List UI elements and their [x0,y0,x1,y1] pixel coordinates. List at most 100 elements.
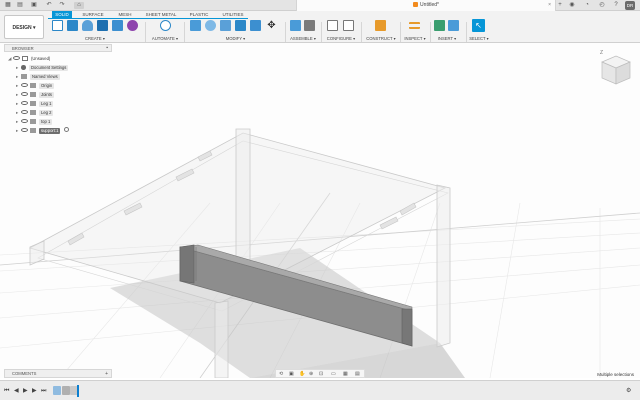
visibility-eye-icon[interactable] [21,119,28,123]
expand-icon[interactable]: ▸ [16,127,21,135]
collapse-icon[interactable]: ◢ [8,55,13,63]
extensions-icon[interactable]: ◉ [568,2,576,9]
redo-icon[interactable]: ↷ [58,2,66,9]
expand-icon[interactable]: ▸ [16,82,21,90]
create-menu[interactable]: CREATE ▾ [50,36,140,41]
modify-menu[interactable]: MODIFY ▾ [188,36,283,41]
tree-item-top-1[interactable]: ▸ top 1 [16,118,53,126]
configure-rules-icon[interactable] [343,20,354,31]
insert-image-icon[interactable] [448,20,459,31]
workspace-switcher-button[interactable]: DESIGN ▾ [4,15,44,39]
measure-icon[interactable] [409,22,420,29]
visibility-eye-icon[interactable] [21,83,28,87]
expand-icon[interactable]: ▸ [16,118,21,126]
pan-icon[interactable]: ✋ [299,370,305,378]
jobs-icon[interactable]: ◔ [583,2,591,9]
configure-menu[interactable]: CONFIGURE ▾ [324,36,358,41]
home-icon[interactable]: ⌂ [74,2,84,9]
zoom-icon[interactable]: ⊕ [309,370,313,378]
automate-menu[interactable]: AUTOMATE ▾ [150,36,180,41]
timeline-feature[interactable] [53,386,61,395]
create-sketch-icon[interactable] [52,20,63,31]
shell-icon[interactable] [235,20,246,31]
fillet-icon[interactable] [205,20,216,31]
tab-surface[interactable]: SURFACE [80,11,106,18]
timeline-forward-icon[interactable]: ▶ [32,387,37,395]
undo-icon[interactable]: ↶ [45,2,53,9]
visibility-eye-icon[interactable] [21,128,28,132]
revolve-icon[interactable] [82,20,93,31]
timeline-back-icon[interactable]: ◀ [14,387,19,395]
viewports-icon[interactable]: ▤ [355,370,360,378]
chamfer-icon[interactable] [220,20,231,31]
tree-item-support-1[interactable]: ▸ support:1 [16,127,69,135]
browser-header[interactable]: BROWSER ▪ [4,44,112,52]
construct-menu[interactable]: CONSTRUCT ▾ [364,36,398,41]
display-settings-icon[interactable]: ▭ [331,370,336,378]
avatar[interactable]: DR [625,1,635,10]
expand-icon[interactable]: ▸ [16,91,21,99]
timeline-marker[interactable] [77,385,79,397]
inspect-menu[interactable]: INSPECT ▾ [403,36,427,41]
tree-item-root[interactable]: ◢ (Unsaved) [8,55,50,63]
insert-derive-icon[interactable] [434,20,445,31]
tree-item-named-views[interactable]: ▸ Named Views [16,73,60,81]
tab-solid[interactable]: SOLID [52,11,72,18]
app-grid-icon[interactable]: ▦ [4,2,12,9]
grid-settings-icon[interactable]: ▦ [343,370,348,378]
expand-icon[interactable]: ▸ [16,100,21,108]
select-menu[interactable]: SELECT ▾ [468,36,490,41]
select-cursor-icon[interactable]: ↖ [472,19,485,32]
close-tab-icon[interactable]: × [548,0,551,11]
visibility-eye-icon[interactable] [21,110,28,114]
tree-item-origin[interactable]: ▸ Origin [16,82,55,90]
insert-menu[interactable]: INSERT ▾ [432,36,462,41]
box-icon[interactable] [112,20,123,31]
configure-table-icon[interactable] [327,20,338,31]
orbit-icon[interactable]: ⟲ [279,370,283,378]
tab-sheet-metal[interactable]: SHEET METAL [144,11,178,18]
tree-item-joints[interactable]: ▸ Joints [16,91,54,99]
tree-item-leg-2[interactable]: ▸ Leg 2 [16,109,54,117]
tab-plastic[interactable]: PLASTIC [188,11,210,18]
extrude-icon[interactable] [67,20,78,31]
tree-item-label: support:1 [39,128,61,134]
add-comment-icon[interactable]: + [105,370,108,378]
joint-icon[interactable] [304,20,315,31]
help-icon[interactable]: ? [612,2,620,9]
automate-icon[interactable] [160,20,171,31]
expand-icon[interactable]: ▸ [16,109,21,117]
form-icon[interactable] [127,20,138,31]
document-tab[interactable]: Untitled* × [296,0,556,11]
combine-icon[interactable] [250,20,261,31]
tree-item-leg-1[interactable]: ▸ Leg 1 [16,100,54,108]
press-pull-icon[interactable] [190,20,201,31]
new-tab-icon[interactable]: + [556,2,564,9]
fit-icon[interactable]: ⊡ [319,370,323,378]
tree-item-document-settings[interactable]: ▸ Document Settings [16,64,69,72]
timeline-settings-icon[interactable]: ⚙ [626,387,631,395]
notifications-icon[interactable]: ◴ [598,2,606,9]
timeline-play-icon[interactable]: ▶ [23,387,28,395]
timeline-start-icon[interactable]: ⏮ [4,387,9,395]
comments-label: COMMENTS [12,371,37,376]
timeline-feature[interactable] [62,386,70,395]
assemble-menu[interactable]: ASSEMBLE ▾ [288,36,318,41]
visibility-eye-icon[interactable] [21,92,28,96]
tab-mesh[interactable]: MESH [116,11,134,18]
visibility-eye-icon[interactable] [13,56,20,60]
visibility-eye-icon[interactable] [21,101,28,105]
file-menu-icon[interactable]: ▤ [16,2,24,9]
look-at-icon[interactable]: ▣ [289,370,294,378]
move-icon[interactable]: ✥ [266,20,277,31]
hole-icon[interactable] [97,20,108,31]
view-cube[interactable]: Z [598,50,634,88]
browser-pin-icon[interactable]: ▪ [106,45,108,52]
timeline-end-icon[interactable]: ⏭ [41,387,46,395]
tab-utilities[interactable]: UTILITIES [220,11,246,18]
comments-panel[interactable]: COMMENTS + [4,369,112,378]
activate-radio-icon[interactable] [63,127,69,132]
offset-plane-icon[interactable] [375,20,386,31]
new-component-icon[interactable] [290,20,301,31]
save-icon[interactable]: ▣ [30,2,38,9]
